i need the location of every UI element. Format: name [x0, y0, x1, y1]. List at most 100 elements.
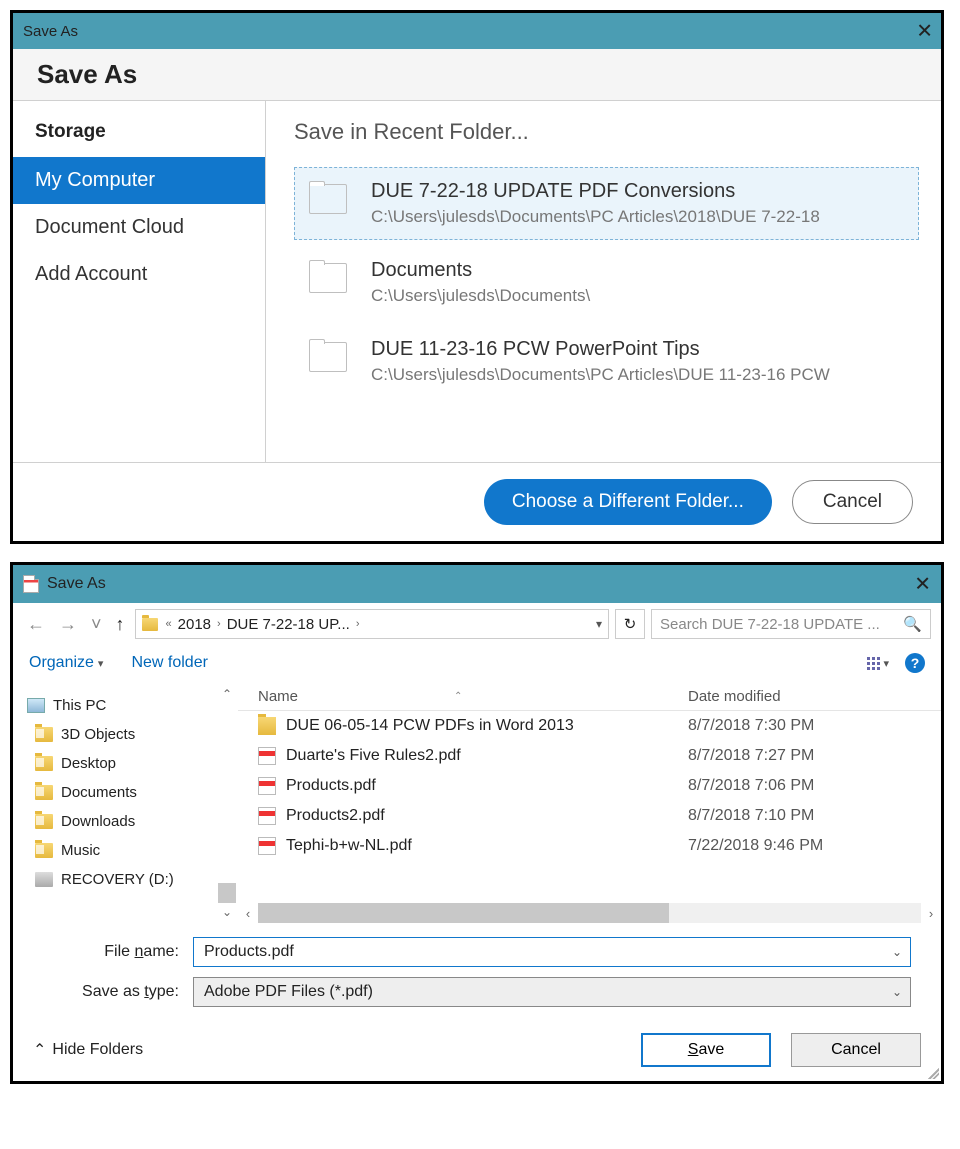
refresh-button[interactable]: ↻: [615, 609, 645, 639]
column-name-header[interactable]: Name: [258, 688, 298, 705]
recent-heading: Save in Recent Folder...: [294, 119, 919, 145]
scroll-left-icon[interactable]: ‹: [238, 903, 258, 923]
file-name: Duarte's Five Rules2.pdf: [286, 747, 461, 765]
tree-item[interactable]: Music: [27, 836, 234, 865]
file-row[interactable]: Products.pdf 8/7/2018 7:06 PM: [238, 771, 941, 801]
folder-name: DUE 11-23-16 PCW PowerPoint Tips: [371, 338, 904, 361]
history-dropdown[interactable]: ˅: [87, 612, 106, 637]
scrollbar-thumb[interactable]: [258, 903, 669, 923]
tree-item[interactable]: Downloads: [27, 807, 234, 836]
tree-item-label: Documents: [61, 784, 137, 801]
file-name: Products2.pdf: [286, 807, 385, 825]
chevron-right-icon[interactable]: ›: [215, 618, 223, 630]
save-form: File name: Products.pdf ⌄ Save as type: …: [13, 923, 941, 1023]
sort-indicator-icon[interactable]: ⌃: [454, 691, 462, 702]
tree-item-label: This PC: [53, 697, 106, 714]
back-button[interactable]: ←: [23, 612, 49, 637]
dialog-footer: ⌃ Hide Folders Save Cancel: [13, 1023, 941, 1081]
recent-folder-item[interactable]: DUE 11-23-16 PCW PowerPoint TipsC:\Users…: [294, 325, 919, 398]
breadcrumb-bar[interactable]: « 2018 › DUE 7-22-18 UP... › ▾: [135, 609, 609, 639]
sidebar-item[interactable]: Add Account: [13, 251, 265, 298]
folder-path: C:\Users\julesds\Documents\PC Articles\2…: [371, 207, 904, 227]
breadcrumb-dropdown-icon[interactable]: ▾: [596, 617, 602, 631]
drive-icon: [35, 872, 53, 887]
pdf-icon: [258, 807, 276, 825]
recent-folder-panel: Save in Recent Folder... DUE 7-22-18 UPD…: [266, 101, 941, 462]
recent-folder-item[interactable]: DocumentsC:\Users\julesds\Documents\: [294, 246, 919, 319]
chevron-left-icon[interactable]: «: [164, 618, 174, 630]
folder-icon: [35, 727, 53, 742]
close-icon[interactable]: ✕: [914, 572, 931, 597]
file-row[interactable]: Products2.pdf 8/7/2018 7:10 PM: [238, 801, 941, 831]
computer-icon: [27, 698, 45, 713]
breadcrumb-segment[interactable]: DUE 7-22-18 UP...: [227, 616, 350, 633]
tree-item-label: RECOVERY (D:): [61, 871, 174, 888]
chevron-right-icon[interactable]: ›: [354, 618, 362, 630]
tree-item[interactable]: 3D Objects: [27, 720, 234, 749]
folder-icon: [142, 618, 158, 631]
file-date: 8/7/2018 7:10 PM: [688, 807, 941, 825]
save-type-select[interactable]: Adobe PDF Files (*.pdf) ⌄: [193, 977, 911, 1007]
view-options-button[interactable]: ▾: [867, 657, 889, 670]
cancel-button[interactable]: Cancel: [792, 480, 913, 524]
tree-item[interactable]: This PC: [27, 691, 234, 720]
column-date-header[interactable]: Date modified: [688, 688, 941, 705]
file-name: DUE 06-05-14 PCW PDFs in Word 2013: [286, 717, 574, 735]
file-name: Products.pdf: [286, 777, 376, 795]
save-type-label: Save as type:: [43, 983, 193, 1001]
tree-item-label: Desktop: [61, 755, 116, 772]
tree-item[interactable]: Desktop: [27, 749, 234, 778]
search-icon[interactable]: 🔍: [903, 615, 922, 633]
choose-different-folder-button[interactable]: Choose a Different Folder...: [484, 479, 772, 525]
organize-menu[interactable]: Organize▾: [29, 654, 103, 672]
breadcrumb-segment[interactable]: 2018: [178, 616, 211, 633]
resize-grip-icon[interactable]: [925, 1065, 939, 1079]
up-button[interactable]: ↑: [112, 614, 129, 635]
folder-tree[interactable]: ⌃ This PC 3D Objects Desktop Documents Downl…: [13, 683, 238, 923]
window-title: Save As: [23, 23, 78, 40]
folder-icon: [309, 184, 351, 220]
file-row[interactable]: Tephi-b+w-NL.pdf7/22/2018 9:46 PM: [238, 831, 941, 861]
scroll-right-icon[interactable]: ›: [921, 903, 941, 923]
dropdown-icon[interactable]: ⌄: [892, 985, 902, 999]
tree-item[interactable]: RECOVERY (D:): [27, 865, 234, 894]
file-date: 8/7/2018 7:06 PM: [688, 777, 941, 795]
folder-icon: [35, 814, 53, 829]
folder-icon: [309, 342, 351, 378]
horizontal-scrollbar[interactable]: ‹ ›: [238, 903, 941, 923]
close-icon[interactable]: ✕: [916, 19, 933, 44]
window-titlebar[interactable]: Save As ✕: [13, 565, 941, 603]
sidebar-item[interactable]: My Computer: [13, 157, 265, 204]
file-list[interactable]: Name ⌃ Date modified DUE 06-05-14 PCW PD…: [238, 683, 941, 923]
pdf-app-icon: [23, 575, 39, 593]
forward-button[interactable]: →: [55, 612, 81, 637]
tree-item[interactable]: Documents: [27, 778, 234, 807]
tree-item-label: Music: [61, 842, 100, 859]
file-name-input[interactable]: Products.pdf ⌄: [193, 937, 911, 967]
dropdown-icon[interactable]: ⌄: [892, 945, 902, 959]
folder-name: Documents: [371, 259, 904, 282]
cancel-button[interactable]: Cancel: [791, 1033, 921, 1067]
hide-folders-toggle[interactable]: ⌃ Hide Folders: [33, 1040, 143, 1060]
file-row[interactable]: Duarte's Five Rules2.pdf8/7/2018 7:27 PM: [238, 741, 941, 771]
search-input[interactable]: Search DUE 7-22-18 UPDATE ... 🔍: [651, 609, 931, 639]
window-title: Save As: [47, 575, 106, 593]
storage-sidebar: Storage My ComputerDocument CloudAdd Acc…: [13, 101, 266, 462]
save-button[interactable]: Save: [641, 1033, 771, 1067]
help-button[interactable]: ?: [905, 653, 925, 673]
scroll-down-icon[interactable]: ⌄: [218, 903, 236, 921]
view-icon: [867, 657, 880, 670]
sidebar-item[interactable]: Document Cloud: [13, 204, 265, 251]
pdf-icon: [258, 777, 276, 795]
new-folder-button[interactable]: New folder: [131, 654, 207, 672]
recent-folder-item[interactable]: DUE 7-22-18 UPDATE PDF ConversionsC:\Use…: [294, 167, 919, 240]
scroll-up-icon[interactable]: ⌃: [218, 685, 236, 703]
window-titlebar[interactable]: Save As ✕: [13, 13, 941, 49]
folder-icon: [309, 263, 351, 299]
page-heading: Save As: [13, 49, 941, 101]
folder-icon: [258, 717, 276, 735]
toolbar: Organize▾ New folder ▾ ?: [13, 645, 941, 683]
file-row[interactable]: DUE 06-05-14 PCW PDFs in Word 20138/7/20…: [238, 711, 941, 741]
file-date: 7/22/2018 9:46 PM: [688, 837, 941, 855]
pdf-icon: [258, 837, 276, 855]
